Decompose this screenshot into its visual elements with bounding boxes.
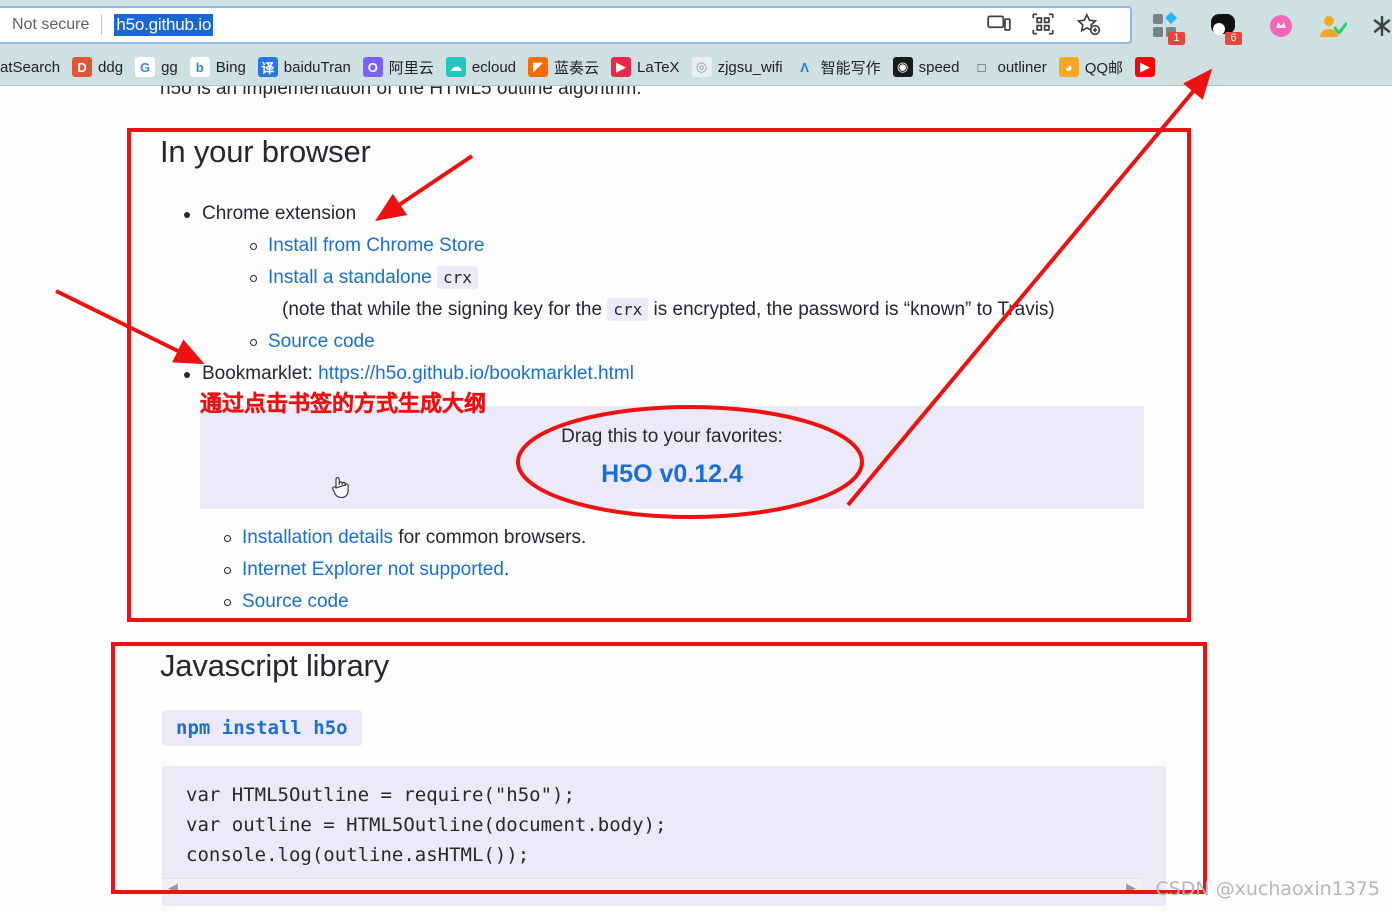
scroll-right-arrow-icon[interactable]: ▶ (1120, 881, 1142, 894)
bookmark-label: QQ邮 (1084, 59, 1124, 77)
bookmark-item-bing[interactable]: b Bing (184, 52, 252, 82)
link-bookmarklet-url[interactable]: https://h5o.github.io/bookmarklet.html (318, 363, 634, 384)
installation-details-rest: for common browsers. (398, 527, 587, 548)
bookmark-favicon-icon: G (135, 57, 156, 77)
profile-avatar-icon[interactable] (1315, 10, 1348, 42)
bookmark-label: 智能写作 (820, 59, 881, 77)
bookmark-item-智能写作[interactable]: Λ 智能写作 (789, 52, 887, 82)
link-install-a-standalone[interactable]: Install a standalone (268, 267, 432, 288)
list-item-chrome-extension: Chrome extension Install from Chrome Sto… (176, 198, 1176, 358)
bookmark-item-speed[interactable]: ◉ speed (887, 52, 966, 82)
code-block-horizontal-scrollbar[interactable]: ◀ ▶ (162, 878, 1142, 895)
bookmark-favicon-icon: ☁ (445, 57, 466, 77)
bookmark-favicon-icon: O (362, 57, 383, 77)
security-status-label: Not secure (12, 16, 90, 33)
bookmark-favicon-icon: ◉ (892, 57, 913, 77)
chinese-annotation-note: 通过点击书签的方式生成大纲 (200, 392, 487, 417)
bookmark-label: outliner (997, 58, 1047, 76)
list-item-install-standalone: Install a standalone crx (242, 262, 1176, 294)
bookmark-favicon-icon: D (72, 57, 93, 77)
link-source-code-extension[interactable]: Source code (268, 331, 375, 352)
list-item-install-chrome-store: Install from Chrome Store (242, 230, 1176, 262)
list-item-internet-explorer: Internet Explorer not supported. (216, 554, 1216, 586)
bookmark-label: 阿里云 (388, 59, 434, 77)
bookmark-favicon-icon: Λ (800, 59, 809, 75)
bookmark-item-baidutran[interactable]: 译 baiduTran (252, 52, 357, 82)
list-item-source-code-2: Source code (216, 586, 1216, 618)
omnibox-row: Not secure h5o.github.io 1 6 (0, 2, 1392, 46)
chrome-extension-label: Chrome extension (202, 203, 357, 224)
bookmark-label: zjgsu_wifi (717, 58, 783, 76)
bookmark-item-untitled[interactable]: ▶ (1129, 52, 1167, 82)
bookmark-favicon-icon: ▶ (1135, 57, 1156, 77)
bookmark-favicon-icon: □ (977, 59, 986, 75)
bookmark-label: 蓝奏云 (554, 59, 600, 77)
link-internet-explorer-not-supported[interactable]: Internet Explorer not supported (242, 559, 504, 580)
intro-paragraph: h5o is an implementation of the HTML5 ou… (160, 86, 642, 99)
crx-note-part1: (note that while the signing key for the (282, 299, 603, 320)
bookmark-label: speed (918, 58, 960, 76)
bookmark-item-atsearch[interactable]: atSearch (0, 52, 66, 82)
bookmark-favicon-icon: ◕ (1058, 57, 1079, 77)
mouse-pointer-hand-cursor (332, 477, 349, 499)
bookmark-label: gg (161, 58, 178, 76)
bookmark-label: baiduTran (283, 58, 351, 76)
section-title-in-your-browser: In your browser (160, 134, 371, 169)
bookmark-star-add-icon[interactable] (1075, 11, 1101, 37)
extensions-puzzle-icon[interactable]: 1 (1150, 10, 1185, 45)
bookmarklet-drag-link[interactable]: H5O v0.12.4 (601, 460, 743, 489)
bookmark-item-gg[interactable]: Ggg (129, 52, 184, 82)
code-crx-inline-1: crx (437, 266, 478, 289)
bookmark-item-zjgsu_wifi[interactable]: ◎ zjgsu_wifi (686, 52, 789, 82)
crx-note-part2: is encrypted, the password is “known” to… (653, 299, 1055, 320)
cast-icon[interactable] (986, 11, 1012, 37)
link-installation-details[interactable]: Installation details (242, 527, 393, 548)
list-item-source-code-1: Source code (242, 326, 1176, 358)
bookmark-item-ecloud[interactable]: ☁ ecloud (440, 52, 522, 82)
bookmark-favicon-icon: ◎ (691, 57, 712, 77)
bookmark-item-outliner[interactable]: □ outliner (966, 52, 1053, 82)
bookmark-item-ddg[interactable]: Dddg (66, 52, 129, 82)
bookmark-label: LaTeX (637, 58, 680, 76)
dark-reader-icon[interactable]: 6 (1207, 10, 1242, 45)
bookmarks-bar: atSearch Dddg Ggg b Bing 译 baiduTran O 阿里云 ☁ eclou… (0, 48, 1392, 86)
bookmark-favicon-icon: 译 (257, 57, 278, 77)
csdn-watermark: CSDN @xuchaoxin1375 (1155, 878, 1380, 900)
crx-signing-note: (note that while the signing key for the… (242, 294, 1176, 326)
address-bar[interactable]: Not secure h5o.github.io (0, 6, 1132, 44)
pink-extension-icon[interactable] (1265, 10, 1297, 42)
code-crx-inline-2: crx (607, 298, 649, 321)
bookmarklet-label: Bookmarklet: (202, 363, 313, 384)
ie-rest: . (503, 559, 510, 580)
bookmark-favicon-icon: ◤ (528, 57, 549, 77)
page-viewport: h5o is an implementation of the HTML5 ou… (0, 86, 1392, 912)
bookmark-favicon-icon: ▶ (611, 57, 632, 77)
dark-reader-badge-count: 6 (1225, 32, 1242, 45)
scroll-left-arrow-icon[interactable]: ◀ (162, 881, 184, 894)
drag-instruction-label: Drag this to your favorites: (561, 426, 783, 447)
browser-extra-list: Installation details for common browsers… (216, 522, 1216, 618)
bookmark-label: Bing (215, 58, 246, 76)
bookmark-item-阿里云[interactable]: O 阿里云 (357, 52, 440, 82)
browser-chrome: Not secure h5o.github.io 1 6 atSearch D … (0, 0, 1392, 86)
bookmark-item-latex[interactable]: ▶ LaTeX (605, 52, 686, 82)
extension-badge-count: 1 (1168, 32, 1185, 45)
bookmark-label: ecloud (471, 58, 517, 76)
url-input[interactable]: h5o.github.io (114, 14, 214, 36)
npm-install-command: npm install h5o (162, 710, 362, 746)
bookmark-label: atSearch (0, 58, 61, 76)
chrome-extension-sublist: Install from Chrome Store Install a stan… (202, 230, 1176, 358)
link-install-from-chrome-store[interactable]: Install from Chrome Store (268, 235, 484, 256)
browser-options-list: Chrome extension Install from Chrome Sto… (176, 198, 1176, 390)
bookmark-favicon-icon: b (189, 57, 210, 77)
chrome-menu-icon[interactable] (1366, 10, 1392, 42)
link-source-code-bookmarklet[interactable]: Source code (242, 591, 349, 612)
qr-code-icon[interactable] (1030, 11, 1056, 37)
section-title-javascript-library: Javascript library (160, 648, 389, 683)
bookmark-label: ddg (98, 58, 124, 76)
bookmark-item-qq邮[interactable]: ◕ QQ邮 (1053, 52, 1129, 82)
list-item-installation-details: Installation details for common browsers… (216, 522, 1216, 554)
bookmark-item-蓝奏云[interactable]: ◤ 蓝奏云 (522, 52, 605, 82)
omnibox-divider (101, 15, 103, 35)
